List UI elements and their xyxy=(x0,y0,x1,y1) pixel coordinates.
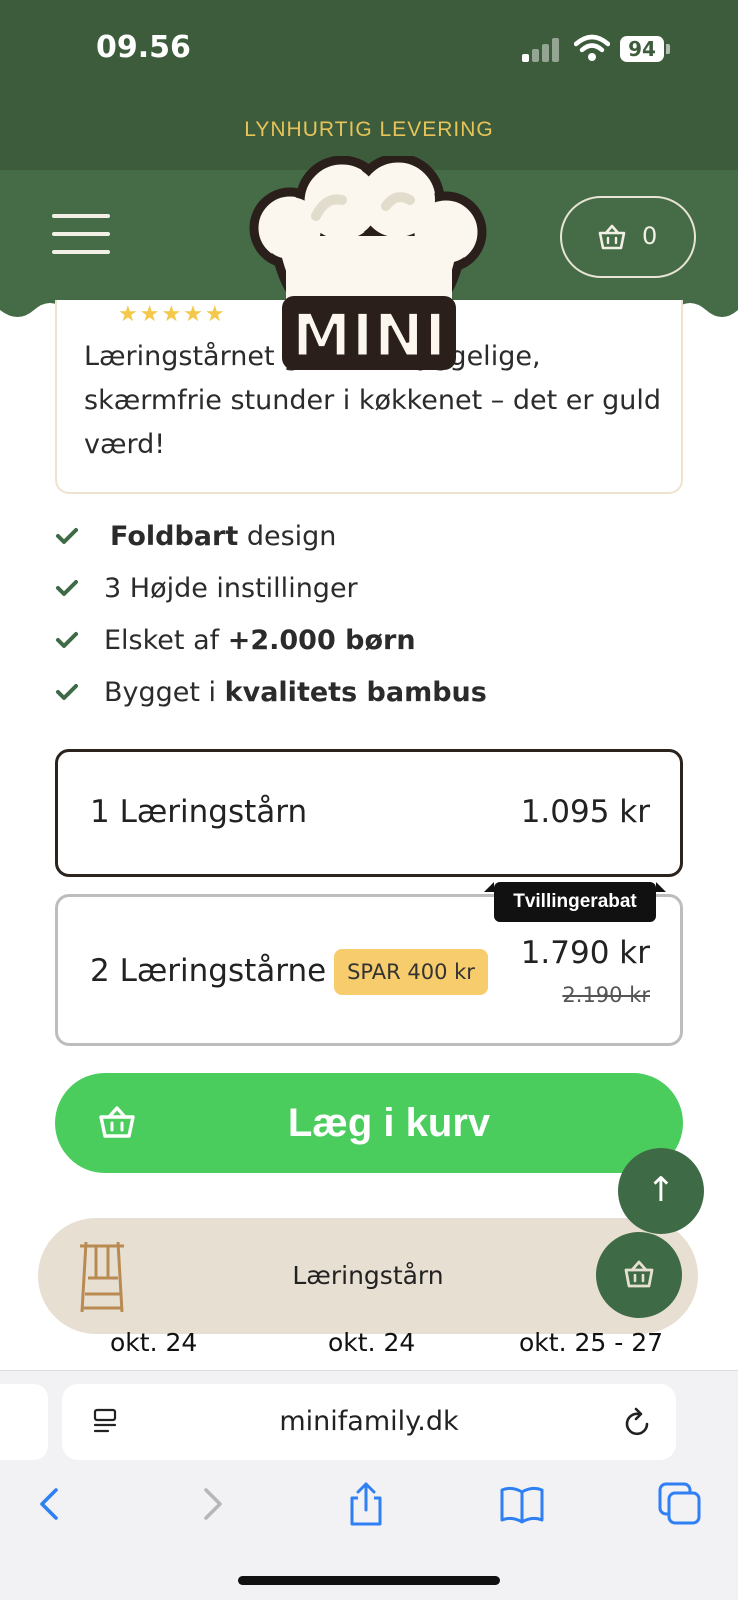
mini-logo[interactable]: MINI xyxy=(246,156,492,386)
home-indicator xyxy=(238,1576,500,1585)
option-price: 1.790 kr xyxy=(520,935,650,971)
delivery-date: okt. 24 xyxy=(110,1328,198,1357)
basket-icon xyxy=(624,1260,654,1288)
header-cart-button[interactable]: 0 xyxy=(560,196,696,278)
save-badge: SPAR 400 kr xyxy=(334,949,488,995)
basket-icon xyxy=(598,224,626,250)
twin-discount-tag: Tvillingerabat xyxy=(484,882,666,922)
reload-icon[interactable] xyxy=(622,1406,652,1438)
checkmark-icon xyxy=(56,632,78,648)
feature-text: Elsket af xyxy=(104,624,228,656)
delivery-date: okt. 24 xyxy=(328,1328,416,1357)
delivery-date: okt. 25 - 27 xyxy=(519,1328,664,1357)
option-old-price: 2.190 kr xyxy=(562,983,650,1007)
star-rating: ★★★★★ xyxy=(118,302,227,327)
sticky-add-to-cart-button[interactable] xyxy=(596,1232,682,1318)
feature-list: Foldbart design 3 Højde instillinger Els… xyxy=(56,510,676,718)
forward-icon[interactable] xyxy=(188,1482,232,1526)
feature-bold: Foldbart xyxy=(110,520,239,552)
add-to-cart-label: Læg i kurv xyxy=(287,1101,491,1145)
feature-text: design xyxy=(238,520,337,552)
option-label: 1 Læringstårn xyxy=(90,794,308,830)
url-text: minifamily.dk xyxy=(279,1406,459,1437)
logo-text: MINI xyxy=(292,301,447,371)
scroll-to-top-button[interactable]: ↑ xyxy=(618,1148,704,1234)
option-price: 1.095 kr xyxy=(520,794,650,830)
feature-text: 3 Højde instillinger xyxy=(104,572,358,604)
feature-item: Elsket af +2.000 børn xyxy=(56,614,676,666)
tabs-icon[interactable] xyxy=(658,1482,702,1526)
top-bar xyxy=(0,0,738,170)
cellular-signal-icon xyxy=(522,38,562,62)
shipping-banner: LYNHURTIG LEVERING xyxy=(244,118,494,141)
hamburger-menu-icon[interactable] xyxy=(52,212,110,258)
bookmarks-icon[interactable] xyxy=(500,1482,544,1526)
status-time: 09.56 xyxy=(96,30,191,65)
checkmark-icon xyxy=(56,528,78,544)
previous-tab-preview[interactable] xyxy=(0,1384,48,1460)
option-label: 2 Læringstårne xyxy=(90,953,327,989)
battery-icon: 94 xyxy=(620,36,670,62)
add-to-cart-button[interactable]: Læg i kurv xyxy=(55,1073,683,1173)
feature-text: Bygget i xyxy=(104,676,225,708)
feature-item: 3 Højde instillinger xyxy=(56,562,676,614)
back-icon[interactable] xyxy=(30,1482,74,1526)
delivery-dates: okt. 24 okt. 24 okt. 25 - 27 xyxy=(0,1328,738,1368)
feature-item: Foldbart design xyxy=(56,510,676,562)
checkmark-icon xyxy=(56,580,78,596)
checkmark-icon xyxy=(56,684,78,700)
wifi-icon xyxy=(574,34,610,61)
cart-count: 0 xyxy=(642,222,658,250)
share-icon[interactable] xyxy=(344,1482,388,1526)
feature-bold: kvalitets bambus xyxy=(224,676,487,708)
feature-bold: +2.000 børn xyxy=(227,624,416,656)
feature-item: Bygget i kvalitets bambus xyxy=(56,666,676,718)
address-bar[interactable]: minifamily.dk xyxy=(62,1384,676,1460)
option-single[interactable]: 1 Læringstårn 1.095 kr xyxy=(55,749,683,877)
